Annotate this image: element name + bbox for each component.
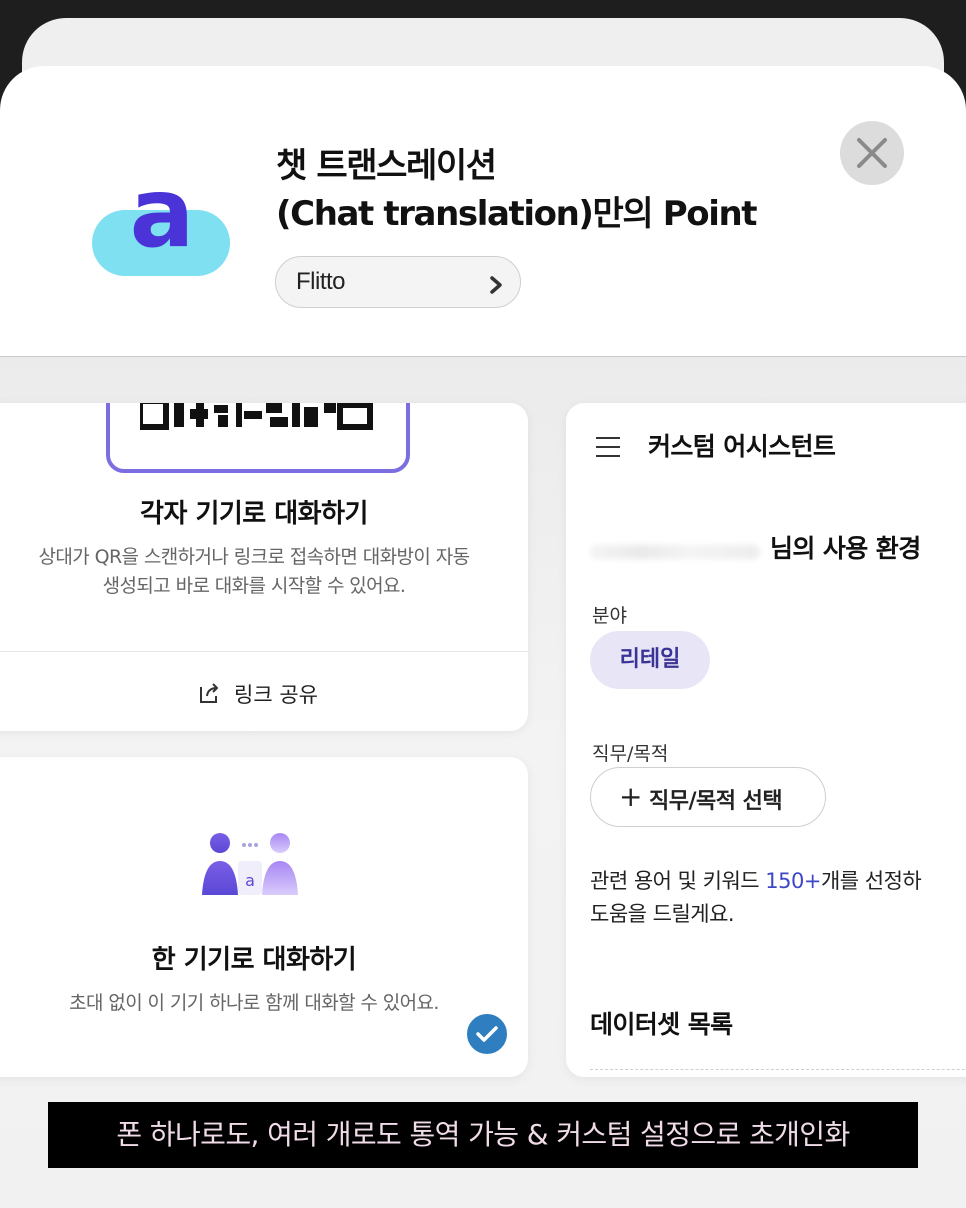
usage-environment-title: 님의 사용 환경 <box>770 534 921 563</box>
blurred-username <box>590 545 760 559</box>
field-label: 분야 <box>592 605 627 627</box>
card-multi-device: 각자 기기로 대화하기 상대가 QR을 스캔하거나 링크로 접속하면 대화방이 … <box>0 403 528 731</box>
developer-name: Flitto <box>296 268 346 295</box>
developer-link-button[interactable]: Flitto <box>275 256 521 308</box>
app-logo-icon: a <box>92 157 232 282</box>
qr-code-icon <box>140 403 373 430</box>
plus-icon: + <box>619 780 643 813</box>
card-multi-desc-line2: 생성되고 바로 대화를 시작할 수 있어요. <box>102 575 406 597</box>
card-multi-desc-line1: 상대가 QR을 스캔하거나 링크로 접속하면 대화방이 자동 <box>38 546 471 568</box>
job-label: 직무/목적 <box>592 743 669 765</box>
assistant-header-title: 커스텀 어시스턴트 <box>648 432 836 461</box>
app-detail-sheet: a 챗 트랜스레이션 (Chat translation)만의 Point Fl… <box>0 66 966 1208</box>
screenshot-gallery[interactable]: 각자 기기로 대화하기 상대가 QR을 스캔하거나 링크로 접속하면 대화방이 … <box>0 357 966 1208</box>
keyword-prefix: 관련 용어 및 키워드 <box>590 869 766 893</box>
dataset-dropzone[interactable] <box>590 1069 966 1077</box>
keyword-suffix: 개를 선정하 <box>820 869 922 893</box>
share-link-button[interactable]: 링크 공유 <box>0 653 528 731</box>
card-single-desc: 초대 없이 이 기기 하나로 함께 대화할 수 있어요. <box>69 992 439 1014</box>
keyword-line2: 도움을 드릴게요. <box>590 902 735 926</box>
app-title: 챗 트랜스레이션 (Chat translation)만의 Point <box>276 142 836 238</box>
close-icon <box>857 138 887 168</box>
card-single-device[interactable]: a 한 기기로 대화하기 초대 없이 이 기기 하나로 함께 대화할 수 있어요… <box>0 757 528 1077</box>
app-title-line1: 챗 트랜스레이션 <box>276 146 497 186</box>
video-caption: 폰 하나로도, 여러 개로도 통역 가능 & 커스텀 설정으로 초개인화 <box>48 1102 918 1168</box>
hamburger-menu-icon[interactable] <box>594 435 622 459</box>
keyword-info: 관련 용어 및 키워드 150+개를 선정하 도움을 드릴게요. <box>590 865 966 931</box>
selected-badge <box>464 1011 510 1057</box>
custom-assistant-screen: 커스텀 어시스턴트 님의 사용 환경 분야 리테일 직무/목적 + 직무/목적 … <box>566 403 966 1077</box>
card-single-title: 한 기기로 대화하기 <box>151 945 357 975</box>
keyword-count: 150+ <box>765 869 821 893</box>
check-icon <box>476 1026 498 1042</box>
close-button[interactable] <box>840 121 904 185</box>
card-divider <box>0 651 528 652</box>
dataset-list-title: 데이터셋 목록 <box>590 1010 733 1039</box>
job-select-button[interactable]: + 직무/목적 선택 <box>590 767 826 827</box>
chevron-right-icon <box>488 275 504 295</box>
share-link-icon <box>200 683 218 703</box>
app-title-line2: (Chat translation)만의 Point <box>276 194 758 234</box>
share-link-label: 링크 공유 <box>234 683 318 707</box>
svg-text:a: a <box>245 871 255 890</box>
qr-code-frame <box>106 403 410 473</box>
two-people-icon: a <box>202 833 298 895</box>
card-multi-title: 각자 기기로 대화하기 <box>140 499 368 529</box>
field-chip-retail[interactable]: 리테일 <box>590 631 710 689</box>
job-select-label: 직무/목적 선택 <box>649 789 783 814</box>
